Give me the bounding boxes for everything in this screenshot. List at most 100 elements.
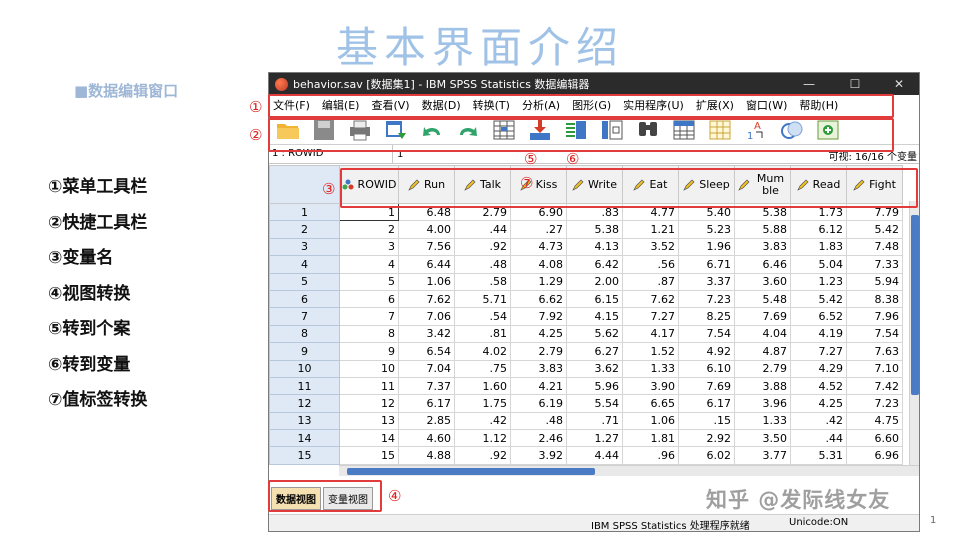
data-cell[interactable]: 6.65 [622,394,679,413]
data-cell[interactable]: .42 [454,411,511,431]
data-cell[interactable]: 7.69 [678,376,735,396]
data-cell[interactable]: 4.92 [678,342,735,361]
data-cell[interactable]: 6.62 [510,289,567,309]
data-cell[interactable]: 3.88 [734,376,791,396]
row-header[interactable]: 13 [269,411,340,431]
data-cell[interactable]: 3.60 [734,272,791,291]
data-cell[interactable]: 2.79 [510,342,567,361]
row-header[interactable]: 11 [269,376,340,396]
data-cell[interactable]: 6.19 [510,394,567,413]
data-cell[interactable]: 12 [339,394,399,413]
data-cell[interactable]: 6.12 [790,220,847,239]
data-cell[interactable]: 5.62 [566,324,623,344]
row-header[interactable]: 3 [269,237,340,257]
data-cell[interactable]: .15 [678,411,735,431]
data-cell[interactable]: 6.96 [846,446,903,465]
data-cell[interactable]: 1.06 [398,272,455,291]
data-cell[interactable]: 2.92 [678,429,735,448]
data-cell[interactable]: 6.27 [566,342,623,361]
data-cell[interactable]: 3.83 [510,359,567,378]
data-cell[interactable]: 1.96 [678,237,735,257]
data-cell[interactable]: 5 [339,272,399,291]
data-cell[interactable]: 4.73 [510,237,567,257]
data-cell[interactable]: 5.31 [790,446,847,465]
data-cell[interactable]: 6.17 [678,394,735,413]
data-cell[interactable]: 7.62 [622,289,679,309]
data-cell[interactable]: 2 [339,220,399,239]
data-cell[interactable]: 7.06 [398,307,455,326]
data-cell[interactable]: 3.62 [566,359,623,378]
row-header[interactable]: 1 [269,202,340,222]
data-cell[interactable]: 8.38 [846,289,903,309]
row-header[interactable]: 14 [269,429,340,448]
data-cell[interactable]: 4.29 [790,359,847,378]
data-cell[interactable]: 1.21 [622,220,679,239]
data-cell[interactable]: 4.25 [510,324,567,344]
data-cell[interactable]: 6.10 [678,359,735,378]
data-cell[interactable]: 4.02 [454,342,511,361]
data-cell[interactable]: .42 [790,411,847,431]
data-cell[interactable]: 6.02 [678,446,735,465]
data-cell[interactable]: 8 [339,324,399,344]
data-cell[interactable]: 4.04 [734,324,791,344]
data-cell[interactable]: 13 [339,411,399,431]
data-cell[interactable]: 11 [339,376,399,396]
data-cell[interactable]: 4.17 [622,324,679,344]
data-cell[interactable]: 1.81 [622,429,679,448]
data-cell[interactable]: 9 [339,342,399,361]
data-cell[interactable]: 4.88 [398,446,455,465]
data-cell[interactable]: 1.52 [622,342,679,361]
data-cell[interactable]: 6.44 [398,255,455,274]
data-cell[interactable]: 4.21 [510,376,567,396]
data-cell[interactable]: 7.23 [846,394,903,413]
data-cell[interactable]: .87 [622,272,679,291]
data-cell[interactable]: 3.42 [398,324,455,344]
data-cell[interactable]: 7.33 [846,255,903,274]
data-cell[interactable]: 1.60 [454,376,511,396]
data-cell[interactable]: 7.27 [790,342,847,361]
data-cell[interactable]: 4.75 [846,411,903,431]
data-cell[interactable]: 5.54 [566,394,623,413]
data-cell[interactable]: 15 [339,446,399,465]
horizontal-scroll-thumb[interactable] [347,468,595,475]
data-cell[interactable]: 1.06 [622,411,679,431]
data-cell[interactable]: 6.46 [734,255,791,274]
data-cell[interactable]: 7.04 [398,359,455,378]
data-cell[interactable]: 7.27 [622,307,679,326]
data-cell[interactable]: 7 [339,307,399,326]
row-header[interactable]: 4 [269,255,340,274]
data-cell[interactable]: 6.52 [790,307,847,326]
data-cell[interactable]: .48 [510,411,567,431]
data-cell[interactable]: 1.29 [510,272,567,291]
data-cell[interactable]: 2.00 [566,272,623,291]
row-header[interactable]: 10 [269,359,340,378]
data-cell[interactable]: 4.08 [510,255,567,274]
data-cell[interactable]: 7.63 [846,342,903,361]
data-cell[interactable]: 2.79 [734,359,791,378]
data-cell[interactable]: 5.42 [846,220,903,239]
data-cell[interactable]: 4.15 [566,307,623,326]
vertical-scroll-thumb[interactable] [911,215,919,395]
data-cell[interactable]: 5.04 [790,255,847,274]
data-cell[interactable]: 6.15 [566,289,623,309]
data-cell[interactable]: 1.27 [566,429,623,448]
data-cell[interactable]: .92 [454,237,511,257]
data-cell[interactable]: 5.38 [566,220,623,239]
row-header[interactable]: 2 [269,220,340,239]
data-cell[interactable]: .96 [622,446,679,465]
data-cell[interactable]: .48 [454,255,511,274]
data-cell[interactable]: 6.60 [846,429,903,448]
data-cell[interactable]: 4.44 [566,446,623,465]
data-cell[interactable]: 7.37 [398,376,455,396]
data-cell[interactable]: 6.71 [678,255,735,274]
data-cell[interactable]: .27 [510,220,567,239]
vertical-scrollbar[interactable] [909,201,919,465]
data-cell[interactable]: 14 [339,429,399,448]
row-header[interactable]: 6 [269,289,340,309]
data-cell[interactable]: 7.56 [398,237,455,257]
data-cell[interactable]: 6.42 [566,255,623,274]
data-cell[interactable]: 5.23 [678,220,735,239]
data-cell[interactable]: 3 [339,237,399,257]
data-cell[interactable]: 3.92 [510,446,567,465]
data-cell[interactable]: 6 [339,289,399,309]
